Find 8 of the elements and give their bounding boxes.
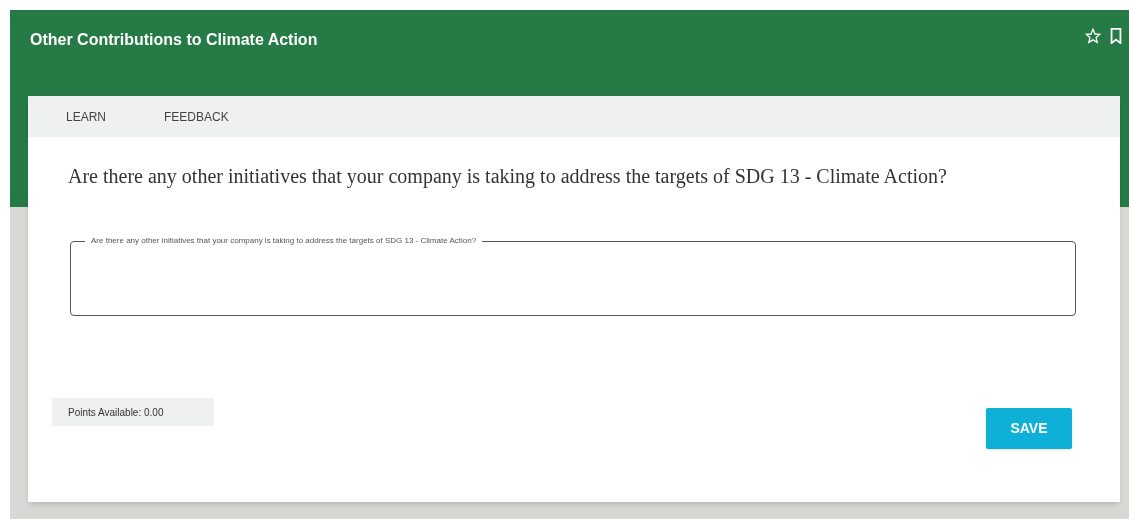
star-icon[interactable] bbox=[1085, 28, 1101, 44]
tab[interactable]: FEEDBACK bbox=[164, 107, 229, 126]
page-title: Other Contributions to Climate Action bbox=[30, 30, 318, 50]
tab[interactable]: LEARN bbox=[66, 107, 106, 126]
bookmark-icon[interactable] bbox=[1109, 28, 1123, 44]
question-text: Are there any other initiatives that your company is taking to address the targets of SDG 13 - Climate Action? bbox=[68, 164, 948, 189]
field-label: Are there any other initiatives that your company is taking to address the targets of SDG 13 - Climate Action? bbox=[85, 235, 483, 247]
points-badge: Points Available: 0.00 bbox=[52, 398, 214, 426]
